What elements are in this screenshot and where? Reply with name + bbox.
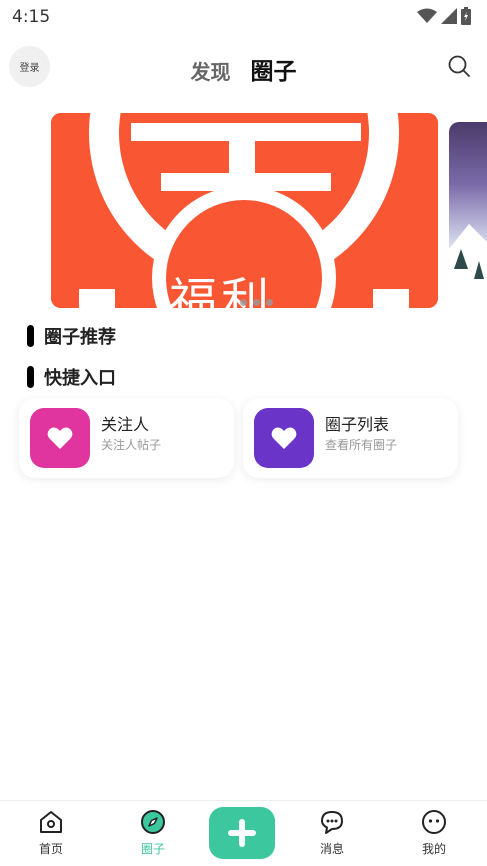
section-quick: 快捷入口 (27, 364, 116, 390)
tab-discover[interactable]: 发现 (191, 56, 231, 85)
heart-icon (30, 408, 90, 468)
quick-entry-circle-list[interactable]: 圈子列表 查看所有圈子 (243, 398, 458, 478)
plus-icon (228, 819, 256, 847)
nav-circle-label: 圈子 (140, 842, 165, 856)
add-post-button[interactable] (209, 807, 275, 859)
carousel-dot[interactable] (266, 299, 273, 306)
home-icon (40, 811, 62, 833)
status-time: 4:15 (12, 7, 51, 27)
carousel-dot[interactable] (253, 299, 260, 306)
quick-entry-subtitle: 关注人帖子 (101, 438, 162, 452)
nav-circle[interactable]: 圈子 (123, 809, 183, 857)
top-tabs: 发现 圈子 (0, 52, 487, 86)
quick-entry-subtitle: 查看所有圈子 (325, 438, 398, 452)
quick-entry-title: 圈子列表 (325, 415, 390, 434)
heart-icon (254, 408, 314, 468)
section-quick-title: 快捷入口 (44, 368, 116, 389)
top-header: 登录 发现 圈子 (0, 46, 487, 90)
bottom-nav: 首页 圈子 消息 我的 (0, 800, 487, 866)
compass-icon (141, 810, 165, 834)
nav-home-label: 首页 (38, 842, 63, 856)
tab-circle[interactable]: 圈子 (251, 52, 297, 86)
signal-icon (441, 8, 457, 24)
section-recommend-title: 圈子推荐 (44, 327, 116, 348)
nav-messages[interactable]: 消息 (302, 809, 362, 857)
face-icon (422, 810, 446, 834)
banner-image[interactable]: 福利 (51, 113, 438, 308)
section-recommend: 圈子推荐 (27, 323, 116, 349)
nav-home[interactable]: 首页 (21, 809, 81, 857)
nav-profile[interactable]: 我的 (404, 809, 464, 857)
nav-profile-label: 我的 (421, 842, 446, 856)
carousel-indicator (240, 299, 273, 306)
status-bar: 4:15 (0, 0, 487, 34)
chat-icon (321, 811, 343, 834)
carousel-dot[interactable] (240, 299, 247, 306)
banner-next-image[interactable] (449, 122, 487, 299)
section-bar (27, 366, 34, 388)
quick-entry-title: 关注人 (101, 415, 150, 434)
search-icon[interactable] (447, 54, 471, 78)
battery-icon (461, 7, 471, 25)
section-bar (27, 325, 34, 347)
nav-messages-label: 消息 (319, 842, 344, 856)
status-icons (417, 7, 471, 25)
mountain-artwork (449, 224, 487, 299)
quick-entry-follow[interactable]: 关注人 关注人帖子 (19, 398, 234, 478)
wifi-icon (417, 8, 437, 23)
